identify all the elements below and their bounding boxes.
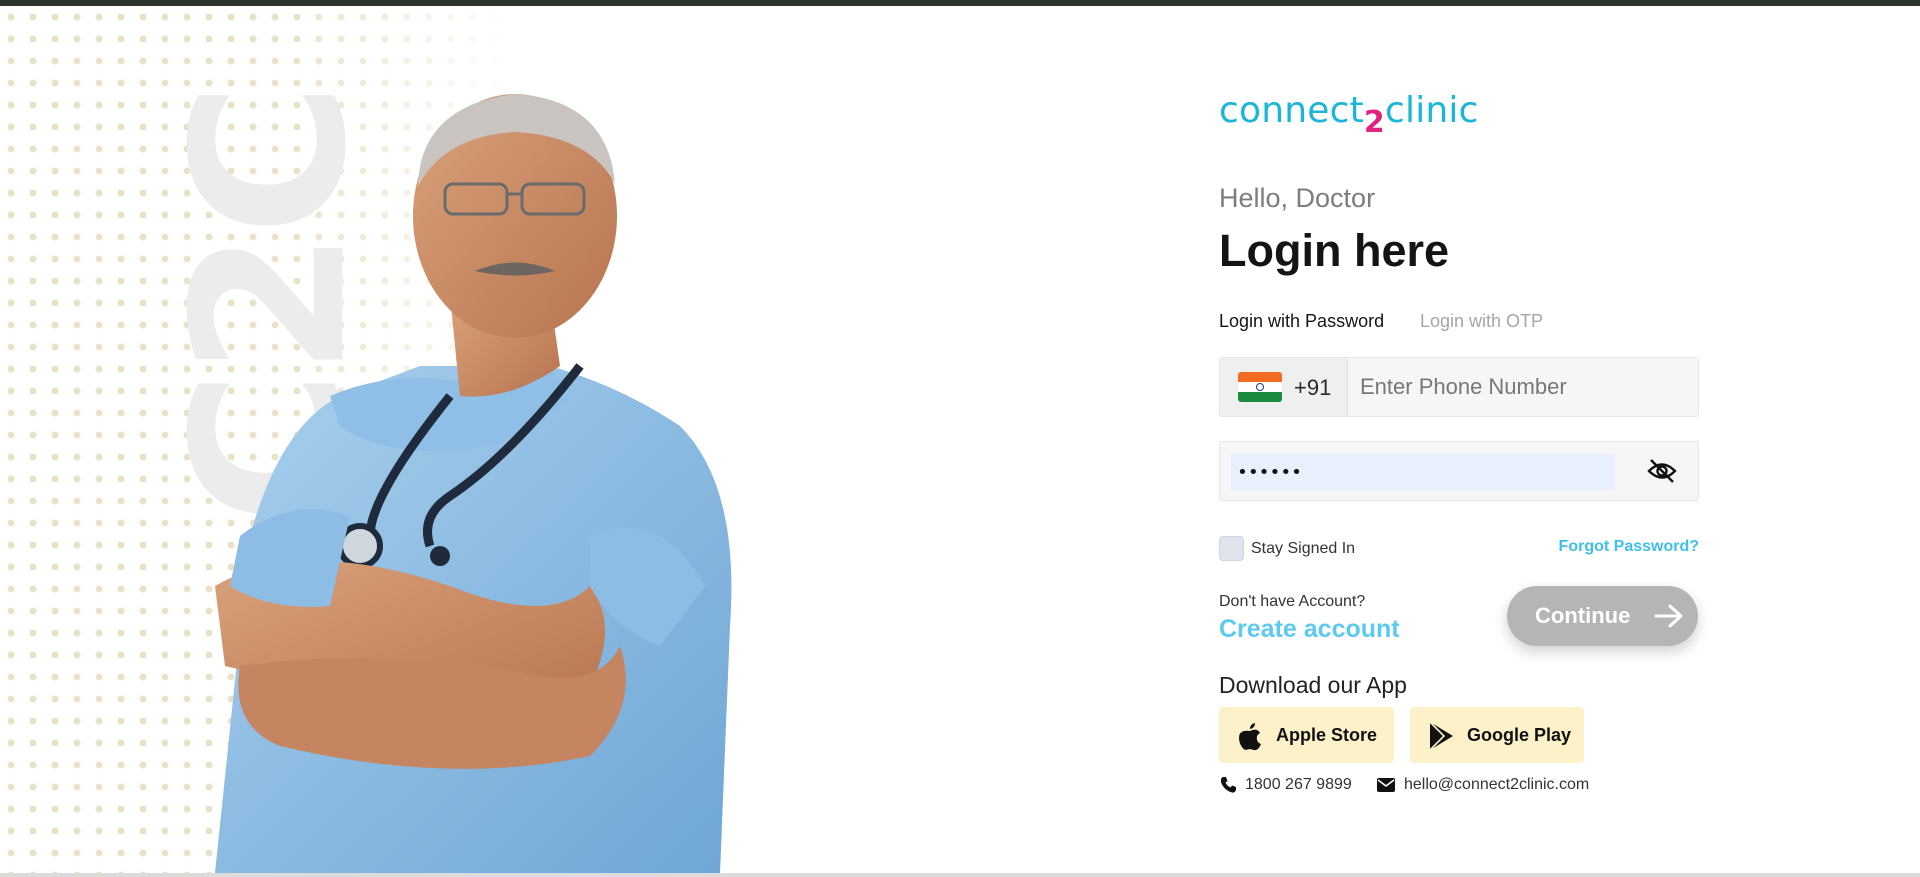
stay-signed-in-checkbox[interactable] bbox=[1219, 536, 1244, 561]
india-flag-icon bbox=[1238, 372, 1282, 402]
contact-email[interactable]: hello@connect2clinic.com bbox=[1404, 776, 1589, 794]
no-account-text: Don't have Account? bbox=[1219, 593, 1366, 610]
google-play-button[interactable]: Google Play bbox=[1410, 707, 1584, 763]
country-code-selector[interactable]: +91 bbox=[1220, 358, 1348, 416]
login-panel: connect2clinic Hello, Doctor Login here … bbox=[1219, 0, 1699, 873]
create-account-link[interactable]: Create account bbox=[1219, 615, 1400, 644]
phone-field: +91 bbox=[1219, 357, 1699, 417]
phone-number-input[interactable] bbox=[1360, 366, 1680, 408]
doctor-illustration bbox=[215, 94, 732, 873]
tab-login-with-password[interactable]: Login with Password bbox=[1219, 311, 1384, 332]
tab-login-with-otp[interactable]: Login with OTP bbox=[1420, 311, 1543, 332]
greeting-text: Hello, Doctor bbox=[1219, 183, 1376, 213]
apple-icon bbox=[1239, 723, 1261, 751]
arrow-right-icon bbox=[1654, 604, 1683, 628]
apple-store-label: Apple Store bbox=[1276, 725, 1378, 745]
country-code: +91 bbox=[1294, 375, 1332, 400]
hero-section: C2C bbox=[0, 6, 760, 873]
google-play-label: Google Play bbox=[1467, 725, 1572, 745]
bottom-strip bbox=[0, 873, 1920, 877]
eye-slash-icon[interactable] bbox=[1647, 458, 1677, 484]
phone-icon bbox=[1220, 777, 1236, 793]
mail-icon bbox=[1377, 778, 1395, 792]
password-field bbox=[1219, 441, 1699, 501]
logo-text-two: 2 bbox=[1363, 105, 1385, 140]
brand-logo[interactable]: connect2clinic bbox=[1219, 90, 1479, 140]
logo-text-clinic: clinic bbox=[1385, 90, 1479, 131]
logo-text-connect: connect bbox=[1219, 90, 1364, 131]
forgot-password-link[interactable]: Forgot Password? bbox=[1559, 538, 1699, 556]
page-title: Login here bbox=[1219, 225, 1450, 276]
download-app-heading: Download our App bbox=[1219, 672, 1407, 698]
continue-button[interactable]: Continue bbox=[1507, 586, 1698, 646]
contact-phone: 1800 267 9899 bbox=[1245, 776, 1352, 793]
apple-store-button[interactable]: Apple Store bbox=[1219, 707, 1394, 763]
password-input[interactable] bbox=[1231, 454, 1615, 490]
continue-label: Continue bbox=[1535, 603, 1631, 628]
stay-signed-in-label[interactable]: Stay Signed In bbox=[1251, 540, 1355, 558]
google-play-icon bbox=[1429, 721, 1453, 751]
